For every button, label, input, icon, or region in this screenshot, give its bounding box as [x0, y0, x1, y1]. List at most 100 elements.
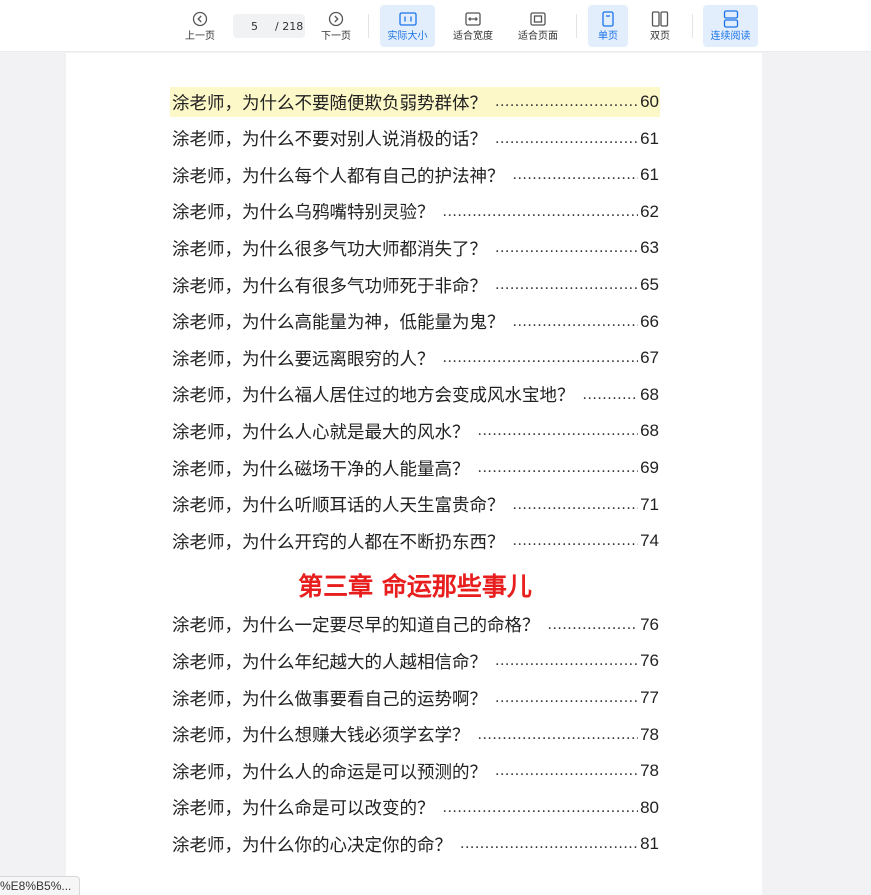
toc-entry-title: 涂老师，为什么每个人都有自己的护法神？: [172, 166, 505, 187]
document-page: 涂老师，为什么不要随便欺负弱势群体？......................…: [66, 53, 762, 895]
toc-entry[interactable]: 涂老师，为什么命是可以改变的？.........................…: [170, 793, 660, 823]
fit-width-button[interactable]: 适合宽度: [447, 5, 499, 47]
toc-entry[interactable]: 涂老师，为什么不要对别人说消极的话？......................…: [170, 124, 660, 154]
single-page-button[interactable]: 单页: [588, 5, 628, 47]
fit-page-label: 适合页面: [518, 31, 558, 42]
double-page-button[interactable]: 双页: [640, 5, 680, 47]
toc-entry-title: 涂老师，为什么有很多气功师死于非命？: [172, 276, 487, 297]
toc-leader-dots: ........................................…: [495, 240, 639, 257]
toc-entry-title: 涂老师，为什么不要对别人说消极的话？: [172, 130, 487, 151]
toc-entry-page: 61: [640, 165, 659, 185]
toc-entry[interactable]: 涂老师，为什么人心就是最大的风水？.......................…: [170, 416, 660, 446]
toc-entry[interactable]: 涂老师，为什么开窍的人都在不断扔东西？.....................…: [170, 526, 660, 556]
toc-leader-dots: ........................................…: [495, 763, 639, 780]
toc-entry[interactable]: 涂老师，为什么你的心决定你的命？........................…: [170, 829, 660, 859]
toc-entry-page: 81: [640, 834, 659, 854]
actual-size-icon: [397, 9, 419, 29]
toc-entry-page: 62: [640, 201, 659, 221]
toc-entry-title: 涂老师，为什么命是可以改变的？: [172, 799, 435, 820]
continuous-reading-button[interactable]: 连续阅读: [703, 5, 758, 47]
prev-page-button[interactable]: 上一页: [180, 5, 220, 47]
toc-entry-page: 60: [640, 92, 659, 111]
double-page-label: 双页: [650, 31, 670, 42]
toc-entry[interactable]: 涂老师，为什么人的命运是可以预测的？......................…: [170, 756, 660, 786]
toc-entry[interactable]: 涂老师，为什么做事要看自己的运势啊？......................…: [170, 683, 660, 713]
toolbar-divider: [368, 14, 369, 38]
toc-entry-title: 涂老师，为什么一定要尽早的知道自己的命格？: [172, 616, 540, 637]
toc-entry[interactable]: 涂老师，为什么不要随便欺负弱势群体？......................…: [170, 87, 660, 117]
toc-leader-dots: ........................................…: [442, 350, 639, 367]
fit-page-icon: [527, 9, 549, 29]
toc-leader-dots: ........................................…: [495, 94, 639, 110]
toc-entry-page: 71: [640, 494, 659, 514]
toc-entry-title: 涂老师，为什么想赚大钱必须学玄学？: [172, 726, 470, 747]
toc-entry[interactable]: 涂老师，为什么一定要尽早的知道自己的命格？...................…: [170, 610, 660, 640]
toc-entry-page: 76: [640, 614, 659, 634]
toc-leader-dots: ........................................…: [547, 616, 639, 633]
toc-entry-title: 涂老师，为什么不要随便欺负弱势群体？: [172, 93, 487, 114]
toc-entry-page: 77: [640, 688, 659, 707]
toc-entry-title: 涂老师，为什么你的心决定你的命？: [172, 835, 452, 856]
toc-leader-dots: ........................................…: [477, 423, 639, 440]
toc-entry-title: 涂老师，为什么年纪越大的人越相信命？: [172, 652, 487, 673]
toc-entry[interactable]: 涂老师，为什么磁场干净的人能量高？.......................…: [170, 453, 660, 483]
single-page-label: 单页: [598, 31, 618, 42]
chapter-heading: 第三章 命运那些事儿: [298, 571, 532, 601]
actual-size-label: 实际大小: [387, 31, 428, 42]
toc-entry[interactable]: 涂老师，为什么福人居住过的地方会变成风水宝地？.................…: [170, 380, 660, 410]
toc-entry-title: 涂老师，为什么听顺耳话的人天生富贵命？: [172, 496, 505, 517]
toc-leader-dots: ........................................…: [512, 167, 639, 184]
toc-leader-dots: ........................................…: [512, 496, 639, 513]
toc-entry-page: 68: [640, 421, 659, 441]
toc-leader-dots: ........................................…: [495, 690, 639, 706]
toc-leader-dots: ........................................…: [495, 653, 639, 670]
toc-entry[interactable]: 涂老师，为什么年纪越大的人越相信命？......................…: [170, 646, 660, 676]
toc-leader-dots: ........................................…: [512, 313, 639, 330]
toc-leader-dots: ........................................…: [477, 726, 639, 743]
toc-entry[interactable]: 涂老师，为什么每个人都有自己的护法神？.....................…: [170, 160, 660, 190]
viewer-toolbar: 上一页 5 / 218 下一页 实际大小 适合宽度 适合页面 单页 双页 连续阅…: [0, 0, 871, 52]
toc-entry-page: 65: [640, 275, 659, 294]
fit-page-button[interactable]: 适合页面: [512, 5, 564, 47]
toolbar-divider: [692, 14, 693, 38]
arrow-left-circle-icon: [189, 9, 211, 29]
toolbar-divider: [576, 14, 577, 38]
toc-entry[interactable]: 涂老师，为什么乌鸦嘴特别灵验？.........................…: [170, 197, 660, 227]
toc-entry[interactable]: 涂老师，为什么想赚大钱必须学玄学？.......................…: [170, 720, 660, 750]
toc-leader-dots: ........................................…: [442, 203, 639, 220]
toc-entry-page: 61: [640, 128, 659, 148]
current-page-input[interactable]: 5: [251, 20, 267, 33]
toc-leader-dots: ........................................…: [495, 130, 639, 147]
next-page-button[interactable]: 下一页: [316, 5, 356, 47]
total-pages: / 218: [275, 19, 304, 33]
fit-width-icon: [462, 9, 484, 29]
toc-entry-title: 涂老师，为什么人心就是最大的风水？: [172, 422, 470, 443]
toc-entry-page: 63: [640, 238, 659, 258]
toc-entry-title: 涂老师，为什么高能量为神，低能量为鬼？: [172, 313, 505, 334]
toc-entry[interactable]: 涂老师，为什么有很多气功师死于非命？......................…: [170, 270, 660, 300]
toc-leader-dots: ........................................…: [495, 277, 639, 293]
toc-leader-dots: ........................................…: [460, 836, 639, 853]
toc-entry[interactable]: 涂老师，为什么很多气功大师都消失了？......................…: [170, 233, 660, 263]
status-url: %E8%B5%...: [0, 876, 81, 895]
double-page-icon: [649, 9, 671, 29]
next-page-label: 下一页: [321, 31, 351, 42]
toc-entry[interactable]: 涂老师，为什么听顺耳话的人天生富贵命？.....................…: [170, 490, 660, 520]
toc-leader-dots: ........................................…: [477, 460, 639, 476]
toc-entry-page: 78: [640, 724, 659, 744]
single-page-icon: [597, 9, 619, 29]
toc-entry-title: 涂老师，为什么乌鸦嘴特别灵验？: [172, 203, 435, 224]
toc-entry-page: 66: [640, 311, 659, 331]
toc-entry[interactable]: 涂老师，为什么高能量为神，低能量为鬼？.....................…: [170, 307, 660, 337]
toc-entry-page: 76: [640, 651, 659, 671]
continuous-reading-icon: [720, 9, 742, 29]
toc-leader-dots: ........................................…: [582, 386, 639, 403]
toc-leader-dots: ........................................…: [512, 533, 639, 550]
toc-entry-page: 67: [640, 348, 659, 368]
toc-entry-title: 涂老师，为什么福人居住过的地方会变成风水宝地？: [172, 386, 575, 407]
page-indicator[interactable]: 5 / 218: [233, 14, 305, 38]
toc-entry-page: 68: [640, 384, 659, 404]
toc-entry-title: 涂老师，为什么要远离眼穷的人？: [172, 349, 435, 370]
toc-entry[interactable]: 涂老师，为什么要远离眼穷的人？.........................…: [170, 343, 660, 373]
actual-size-button[interactable]: 实际大小: [380, 5, 435, 47]
